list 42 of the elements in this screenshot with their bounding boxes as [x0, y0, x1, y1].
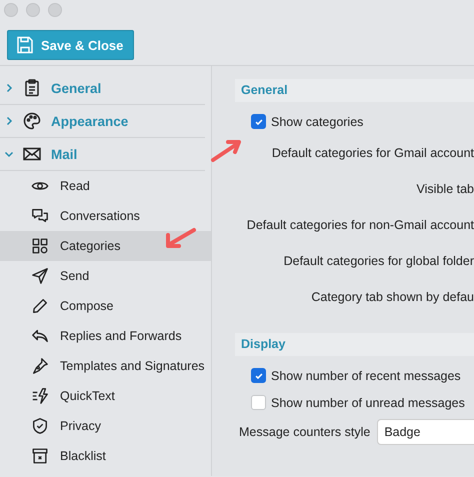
sidebar-item[interactable]: Compose — [0, 291, 211, 321]
pen-nib-icon — [31, 357, 49, 375]
section-header: Display — [235, 333, 474, 356]
chevron-down-icon[interactable] — [4, 149, 14, 159]
pencil-icon — [31, 297, 49, 315]
reply-arrow-icon — [31, 327, 49, 345]
sidebar-item[interactable]: Categories — [0, 231, 211, 261]
setting-label: Default categories for Gmail account — [272, 146, 474, 160]
setting-label: Default categories for non-Gmail account — [246, 218, 474, 232]
lightning-icon — [31, 387, 49, 405]
setting-label: Category tab shown by defau — [311, 290, 474, 304]
archive-box-icon — [31, 447, 49, 465]
chevron-right-icon[interactable] — [4, 116, 14, 126]
palette-icon — [22, 111, 42, 131]
checkbox[interactable] — [251, 395, 266, 410]
sidebar-item[interactable]: Conversations — [0, 201, 211, 231]
annotation-arrow — [210, 137, 244, 163]
sidebar-item[interactable]: Blacklist — [0, 441, 211, 471]
checkbox-label: Show number of unread messages — [271, 396, 465, 410]
chevron-right-icon[interactable] — [4, 83, 14, 93]
sidebar-item[interactable]: Send — [0, 261, 211, 291]
paper-plane-icon — [31, 267, 49, 285]
sidebar-item[interactable]: Read — [0, 171, 211, 201]
sidebar-item[interactable]: Privacy — [0, 411, 211, 441]
checkmark-icon — [254, 116, 264, 126]
section-header: General — [235, 79, 474, 102]
setting-label: Message counters style — [239, 425, 370, 439]
sidebar-item[interactable]: Replies and Forwards — [0, 321, 211, 351]
sidebar-item[interactable]: Templates and Signatures — [0, 351, 211, 381]
checkbox[interactable] — [251, 368, 266, 383]
speech-bubbles-icon — [31, 207, 49, 225]
sidebar-item[interactable]: QuickText — [0, 381, 211, 411]
setting-label: Visible tab — [416, 182, 474, 196]
shield-icon — [31, 417, 49, 435]
setting-label: Default categories for global folder — [284, 254, 474, 268]
checkmark-icon — [254, 370, 264, 380]
checkbox-label: Show number of recent messages — [271, 368, 461, 382]
checkbox-label: Show categories — [271, 114, 364, 128]
grid-icon — [31, 237, 49, 255]
checkbox[interactable] — [251, 114, 266, 129]
annotation-arrow — [163, 227, 197, 249]
counter-style-dropdown[interactable]: Badge — [377, 419, 474, 445]
